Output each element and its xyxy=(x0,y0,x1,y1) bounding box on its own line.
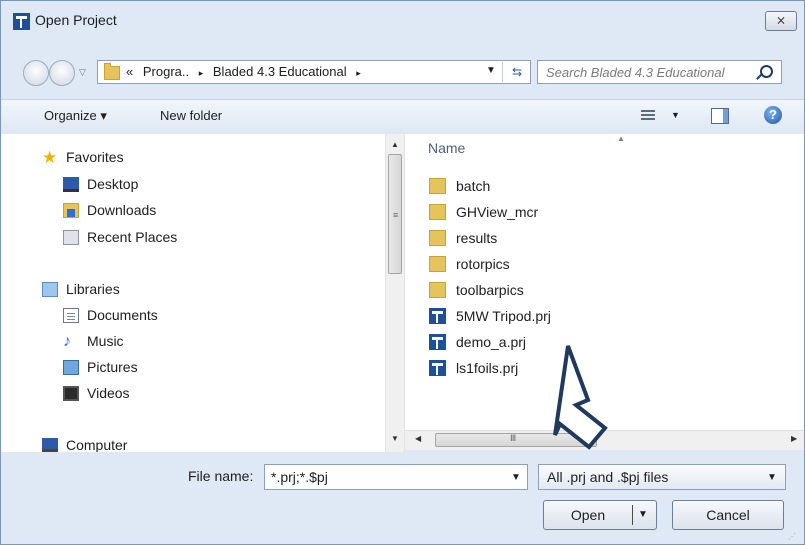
pictures-icon xyxy=(63,360,79,375)
sidebar-item-label: Desktop xyxy=(87,176,139,192)
open-button[interactable]: Open ▼ xyxy=(543,500,657,530)
file-name: ls1foils.prj xyxy=(456,360,519,376)
file-list-pane: Name ▲ batch GHView_mcr results rotorpic… xyxy=(405,134,804,430)
forward-button[interactable] xyxy=(49,60,75,86)
folder-icon xyxy=(429,204,446,220)
breadcrumb-separator-icon[interactable]: ▸ xyxy=(199,68,204,78)
organize-button[interactable]: Organize ▾ xyxy=(44,108,107,124)
file-name: 5MW Tripod.prj xyxy=(456,308,551,324)
folder-icon xyxy=(104,63,120,80)
new-folder-button[interactable]: New folder xyxy=(160,108,222,123)
back-button[interactable] xyxy=(23,60,49,86)
grip-icon: Ⅲ xyxy=(510,433,517,443)
file-name-field[interactable]: *.prj;*.$pj ▼ xyxy=(264,464,528,490)
file-name: GHView_mcr xyxy=(456,204,539,220)
column-header-name[interactable]: Name xyxy=(428,140,465,156)
file-type-dropdown-icon[interactable]: ▼ xyxy=(767,472,777,483)
address-bar[interactable]: « Progra.. ▸ Bladed 4.3 Educational ▸ ▼ … xyxy=(97,60,531,84)
open-project-dialog: Open Project ⨯ ▽ « Progra.. ▸ Bladed 4.3… xyxy=(0,0,805,545)
file-type-select[interactable]: All .prj and .$pj files ▼ xyxy=(538,464,786,490)
split-divider xyxy=(632,505,633,525)
folder-icon xyxy=(429,256,446,272)
view-options-chevron-icon[interactable]: ▼ xyxy=(671,110,680,120)
navigation-pane-scrollbar[interactable]: ▲ ≡ ▼ xyxy=(385,134,405,452)
videos-icon xyxy=(63,386,79,401)
libraries-icon xyxy=(42,282,58,297)
search-icon[interactable] xyxy=(760,65,773,78)
cancel-button[interactable]: Cancel xyxy=(672,500,784,530)
resize-grip-icon[interactable]: ⋰ xyxy=(788,532,798,542)
dialog-footer: File name: *.prj;*.$pj ▼ All .prj and .$… xyxy=(1,452,804,544)
sidebar-item-label: Pictures xyxy=(87,359,138,375)
close-button[interactable]: ⨯ xyxy=(765,11,797,31)
breadcrumb-overflow[interactable]: « xyxy=(126,64,133,79)
file-name: demo_a.prj xyxy=(456,334,527,350)
navigation-bar: ▽ « Progra.. ▸ Bladed 4.3 Educational ▸ … xyxy=(1,53,804,89)
bladed-project-icon xyxy=(429,308,446,324)
search-input[interactable] xyxy=(538,61,756,83)
search-box[interactable] xyxy=(537,60,782,84)
scroll-down-icon[interactable]: ▼ xyxy=(391,434,399,443)
help-icon[interactable]: ? xyxy=(764,106,782,124)
folder-icon xyxy=(429,178,446,194)
file-name: batch xyxy=(456,178,491,194)
file-name-dropdown-icon[interactable]: ▼ xyxy=(511,472,521,483)
scroll-up-icon[interactable]: ▲ xyxy=(391,140,399,149)
folder-icon xyxy=(429,230,446,246)
folder-icon xyxy=(429,282,446,298)
recent-locations-chevron-icon[interactable]: ▽ xyxy=(79,67,86,78)
title-bar: Open Project ⨯ xyxy=(1,1,804,41)
navigation-pane: ★ Favorites Desktop Downloads Recent Pla… xyxy=(1,134,385,452)
desktop-icon xyxy=(63,177,79,192)
file-name: rotorpics xyxy=(456,256,510,272)
file-name-label: File name: xyxy=(188,468,254,484)
documents-icon xyxy=(63,308,79,323)
sidebar-item-label: Music xyxy=(87,333,124,349)
open-button-label: Open xyxy=(570,507,606,523)
scrollbar-thumb[interactable]: ≡ xyxy=(388,154,402,274)
recent-places-icon xyxy=(63,230,79,245)
scrollbar-thumb[interactable]: Ⅲ xyxy=(435,433,597,447)
window-title: Open Project xyxy=(35,12,117,28)
file-list-horizontal-scrollbar[interactable]: ◀ Ⅲ ▶ xyxy=(405,430,804,450)
grip-icon: ≡ xyxy=(393,210,399,220)
bladed-project-icon xyxy=(429,334,446,350)
command-toolbar: Organize ▾ New folder ▼ ? xyxy=(1,99,804,135)
music-icon: ♪ xyxy=(63,333,71,350)
downloads-icon xyxy=(63,203,79,218)
view-options-icon[interactable] xyxy=(641,110,655,122)
sidebar-item-label: Computer xyxy=(66,437,128,452)
sidebar-item-label: Libraries xyxy=(66,281,120,297)
sidebar-item-label: Videos xyxy=(87,385,130,401)
bladed-project-icon xyxy=(429,360,446,376)
sidebar-item-label: Downloads xyxy=(87,202,157,218)
address-dropdown-icon[interactable]: ▼ xyxy=(486,65,496,76)
star-icon: ★ xyxy=(42,148,58,167)
scroll-left-icon[interactable]: ◀ xyxy=(415,434,421,443)
sidebar-item-label: Documents xyxy=(87,307,158,323)
file-name: toolbarpics xyxy=(456,282,524,298)
breadcrumb-bladed[interactable]: Bladed 4.3 Educational xyxy=(213,64,347,79)
file-type-value: All .prj and .$pj files xyxy=(547,469,669,485)
breadcrumb: « Progra.. ▸ Bladed 4.3 Educational ▸ xyxy=(126,64,367,79)
file-name: results xyxy=(456,230,498,246)
breadcrumb-separator-icon[interactable]: ▸ xyxy=(356,68,361,78)
bladed-app-icon xyxy=(13,13,30,30)
sort-ascending-icon: ▲ xyxy=(617,134,625,143)
open-options-dropdown-icon[interactable]: ▼ xyxy=(638,501,648,529)
sidebar-item-label: Favorites xyxy=(66,149,124,165)
file-name-value: *.prj;*.$pj xyxy=(271,469,328,485)
refresh-icon[interactable]: ⇆ xyxy=(502,62,531,82)
preview-pane-icon[interactable] xyxy=(711,108,729,124)
sidebar-item-label: Recent Places xyxy=(87,229,178,245)
computer-icon xyxy=(42,438,58,452)
scroll-right-icon[interactable]: ▶ xyxy=(791,434,797,443)
breadcrumb-program-files[interactable]: Progra.. xyxy=(143,64,189,79)
